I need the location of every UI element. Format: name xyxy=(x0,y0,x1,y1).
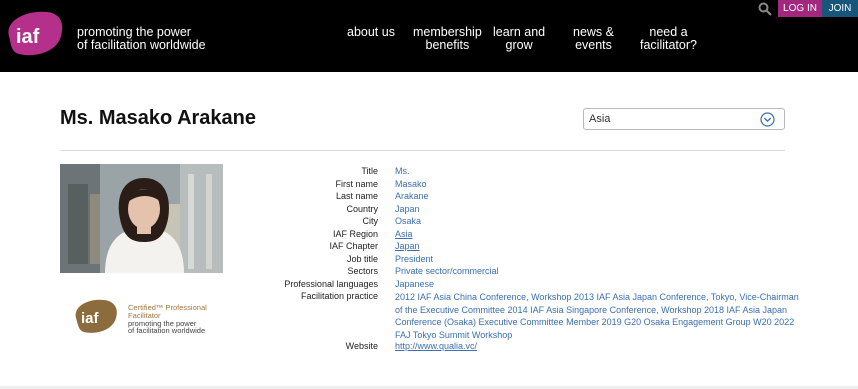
region-select[interactable]: Asia xyxy=(583,108,785,130)
nav-need-a-facilitator[interactable]: need a facilitator? xyxy=(640,26,697,52)
join-button[interactable]: JOIN xyxy=(822,0,858,17)
label-facilitation-practice: Facilitation practice xyxy=(300,291,378,301)
value-job-title: President xyxy=(395,253,434,264)
svg-text:iaf: iaf xyxy=(16,26,40,48)
label-sectors: Sectors xyxy=(347,266,378,276)
nav-learn-and-grow[interactable]: learn and grow xyxy=(493,26,545,52)
region-select-value: Asia xyxy=(589,113,611,125)
label-last-name: Last name xyxy=(335,191,378,201)
label-first-name: First name xyxy=(335,178,378,189)
certified-facilitator-logo: iaf xyxy=(75,299,117,333)
label-iaf-region: IAF Region xyxy=(332,228,378,239)
nav-membership-benefits[interactable]: membership benefits xyxy=(413,26,482,52)
link-website[interactable]: http://www.qualia.vc/ xyxy=(395,341,477,351)
label-city: City xyxy=(362,216,379,226)
site-header: iaf promoting the power of facilitation … xyxy=(0,0,858,72)
site-tagline: promoting the power of facilitation worl… xyxy=(77,26,206,52)
value-country: Japan xyxy=(395,203,420,214)
nav-about-us[interactable]: about us xyxy=(347,26,395,39)
svg-text:iaf: iaf xyxy=(81,310,100,327)
value-city: Osaka xyxy=(395,216,422,226)
label-professional-languages: Professional languages xyxy=(284,278,378,289)
login-button[interactable]: LOG IN xyxy=(778,0,822,17)
label-title: Title xyxy=(361,166,378,176)
value-facilitation-practice: 2012 IAF Asia China Conference, Workshop… xyxy=(395,292,799,340)
value-sectors: Private sector/commercial xyxy=(395,266,499,276)
label-website: Website xyxy=(345,341,378,351)
link-iaf-region[interactable]: Asia xyxy=(395,229,413,239)
value-professional-languages: Japanese xyxy=(395,278,435,289)
iaf-logo[interactable]: iaf xyxy=(3,8,65,58)
value-first-name: Masako xyxy=(395,178,427,189)
search-icon[interactable] xyxy=(758,2,772,16)
label-iaf-chapter: IAF Chapter xyxy=(329,241,378,251)
value-last-name: Arakane xyxy=(395,191,429,201)
label-job-title: Job title xyxy=(346,253,378,264)
tagline-line-2: of facilitation worldwide xyxy=(77,38,206,52)
link-iaf-chapter[interactable]: Japan xyxy=(395,241,420,251)
nav-news-events[interactable]: news & events xyxy=(573,26,614,52)
page-title: Ms. Masako Arakane xyxy=(60,107,257,129)
cert-tagline-2: of facilitation worldwide xyxy=(128,326,206,335)
value-title: Ms. xyxy=(395,166,410,176)
divider xyxy=(60,150,785,151)
label-country: Country xyxy=(346,203,378,214)
chevron-down-icon xyxy=(760,112,775,127)
